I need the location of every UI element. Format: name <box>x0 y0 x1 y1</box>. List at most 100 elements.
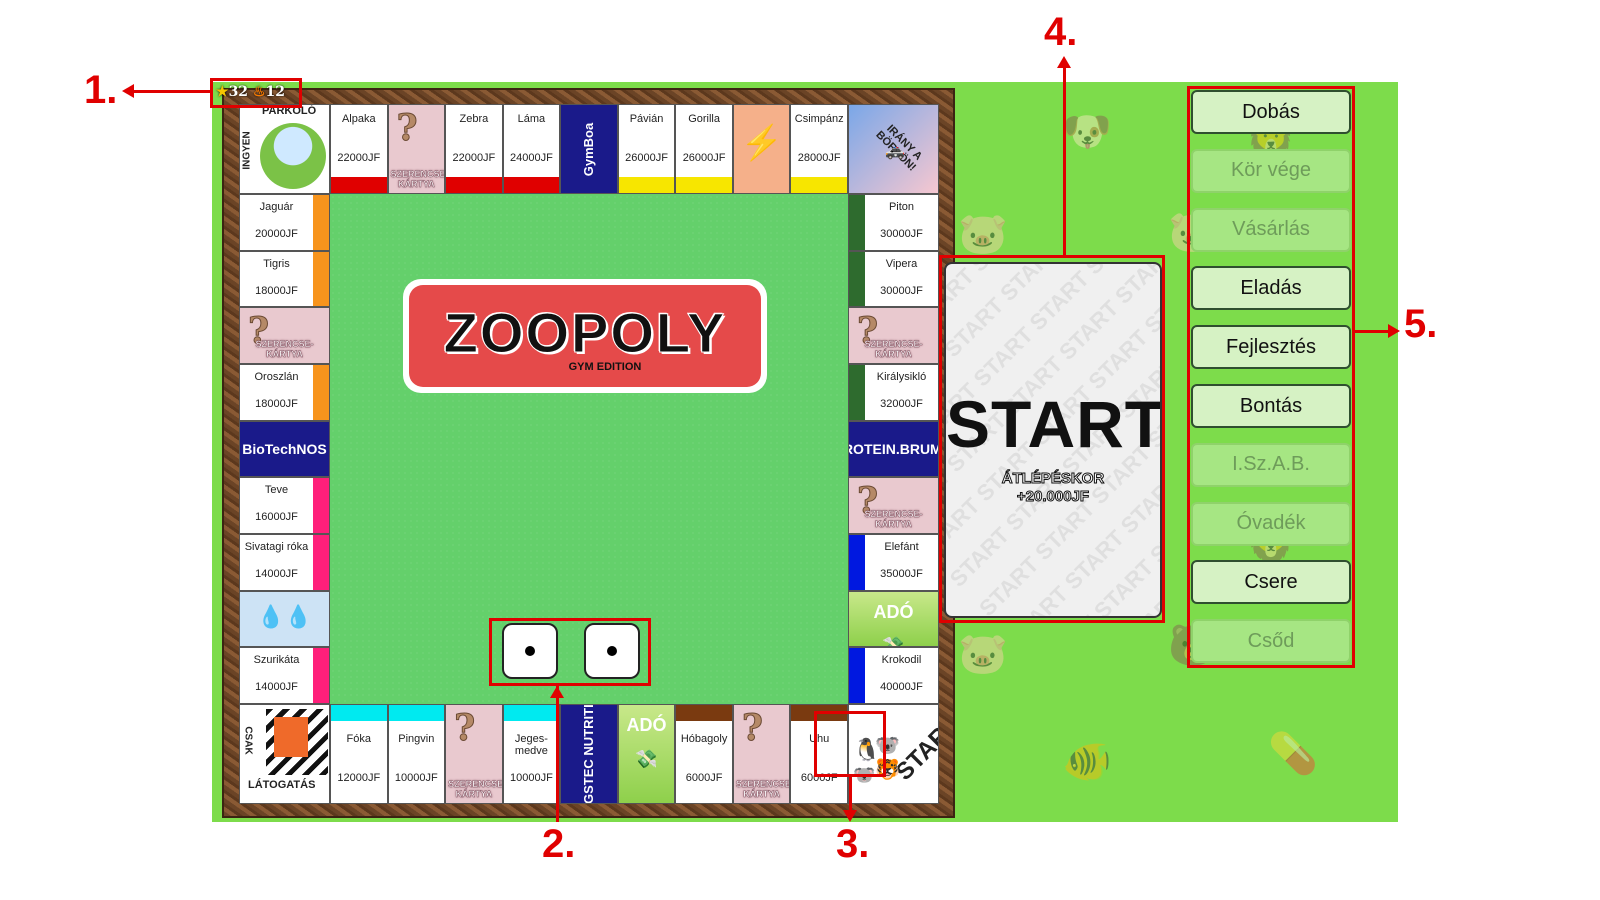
sponsor-field[interactable]: BioTechNOS <box>239 420 330 478</box>
color-bar <box>849 365 865 420</box>
property-field[interactable]: Csimpánz 28000JF <box>790 104 848 194</box>
free-label: INGYEN <box>241 131 253 170</box>
color-bar <box>618 177 675 193</box>
field-name: Alpaka <box>341 113 376 125</box>
property-field[interactable]: Gorilla 26000JF <box>675 104 733 194</box>
pig-icon: 🐷 <box>958 632 1008 676</box>
field-price: 10000JF <box>510 772 553 784</box>
field-price: 22000JF <box>337 152 381 164</box>
highlight-dice <box>489 618 651 686</box>
field-name: Pávián <box>629 113 664 125</box>
corner-go-to-jail[interactable]: IRÁNY A BÖRTÖN! 🚓 <box>848 104 939 194</box>
chance-field[interactable]: ? SZERENCSE-KÁRTYA <box>732 704 791 804</box>
dog-icon: 🐶 <box>1062 110 1112 154</box>
property-field[interactable]: Királysikló 32000JF <box>848 364 939 421</box>
camping-icon <box>260 123 326 189</box>
field-price: 30000JF <box>880 228 923 240</box>
color-bar <box>313 195 329 250</box>
chance-label: SZERENCSE-KÁRTYA <box>864 338 923 359</box>
property-field[interactable]: Sivatagi róka 14000JF <box>239 534 330 591</box>
field-name: Piton <box>888 201 915 213</box>
field-price: 24000JF <box>510 152 553 164</box>
sponsor-label: BioTechNOS <box>242 440 327 457</box>
property-field[interactable]: Teve 16000JF <box>239 477 330 534</box>
field-name: Gorilla <box>688 113 720 125</box>
color-bar <box>503 177 560 193</box>
property-field[interactable]: Krokodil 40000JF <box>848 647 939 704</box>
board-surface: ZOOPOLY GYM EDITION PARKOLÓ INGYEN IRÁNY… <box>239 104 939 804</box>
chance-label: SZERENCSE-KÁRTYA <box>864 508 923 529</box>
property-field[interactable]: Jeges-medve 10000JF <box>502 704 561 804</box>
tax-label: ADÓ <box>626 715 667 735</box>
water-field[interactable]: 💧💧 <box>239 590 330 648</box>
arrow-2 <box>556 686 559 822</box>
field-name: Pingvin <box>398 733 435 745</box>
sponsor-field[interactable]: PROTEIN.BRUMM <box>848 420 939 478</box>
fish-icon: 🐠 <box>1062 740 1112 784</box>
field-name: Jeges-medve <box>514 733 548 757</box>
property-field[interactable]: Alpaka 22000JF <box>330 104 388 194</box>
question-mark-icon: ? <box>454 707 476 750</box>
chance-label: SZERENCSE-KÁRTYA <box>735 779 791 799</box>
field-price: 26000JF <box>682 152 726 164</box>
chance-field[interactable]: ? SZERENCSE-KÁRTYA <box>848 307 939 364</box>
highlight-tokens <box>814 711 886 777</box>
color-bar <box>313 478 329 533</box>
property-field[interactable]: Szurikáta 14000JF <box>239 647 330 704</box>
field-price: 32000JF <box>880 398 923 410</box>
property-field[interactable]: Láma 24000JF <box>502 104 561 194</box>
police-car-icon: 🚓 <box>885 143 905 160</box>
field-price: 35000JF <box>880 568 923 580</box>
property-field[interactable]: Piton 30000JF <box>848 194 939 251</box>
field-price: 18000JF <box>255 284 298 297</box>
field-name: Tigris <box>263 257 290 270</box>
field-name: Láma <box>517 113 546 125</box>
chance-field[interactable]: ? SZERENCSE-KÁRTYA <box>445 704 503 804</box>
water-drops-icon: 💧💧 <box>257 603 312 629</box>
annotation-1: 1. <box>84 68 118 112</box>
field-name: Krokodil <box>881 654 922 667</box>
property-field[interactable]: Pávián 26000JF <box>617 104 676 194</box>
tax-field[interactable]: ADÓ 💸 <box>848 590 939 648</box>
chance-label: SZERENCSE-KÁRTYA <box>448 779 503 799</box>
color-bar <box>676 705 732 721</box>
property-field[interactable]: Oroszlán 18000JF <box>239 364 330 421</box>
field-name: Vipera <box>885 257 918 270</box>
property-field[interactable]: Zebra 22000JF <box>445 104 503 194</box>
color-bar <box>676 177 732 193</box>
chance-field[interactable]: ? SZERENCSE-KÁRTYA <box>239 307 330 364</box>
property-field[interactable]: Pingvin 10000JF <box>387 704 446 804</box>
field-name: Zebra <box>459 113 489 125</box>
annotation-3: 3. <box>836 822 870 866</box>
annotation-2: 2. <box>542 822 576 866</box>
color-bar <box>446 177 502 193</box>
property-field[interactable]: Fóka 12000JF <box>330 704 388 804</box>
chance-label: SZERENCSE-KÁRTYA <box>255 338 314 359</box>
corner-free-parking[interactable]: PARKOLÓ INGYEN <box>239 104 330 194</box>
highlight-stats <box>210 78 302 108</box>
corner-jail[interactable]: CSAK LÁTOGATÁS <box>239 704 330 804</box>
pig-icon: 🐷 <box>958 212 1008 256</box>
color-bar <box>791 177 847 193</box>
chance-label: SZERENCSE-KÁRTYA <box>390 169 446 189</box>
field-name: Királysikló <box>876 371 927 383</box>
sponsor-field[interactable]: MAGSTEC NUTRITION <box>560 704 618 804</box>
property-field[interactable]: Elefánt 35000JF <box>848 534 939 591</box>
field-price: 20000JF <box>255 228 298 240</box>
property-field[interactable]: Tigris 18000JF <box>239 250 330 308</box>
property-field[interactable]: Vipera 30000JF <box>848 250 939 308</box>
arrowhead-3 <box>843 810 857 822</box>
property-field[interactable]: Hóbagoly 6000JF <box>675 704 733 804</box>
field-name: Csimpánz <box>794 113 844 125</box>
sponsor-field[interactable]: GymBoa <box>560 104 618 194</box>
color-bar <box>313 535 329 590</box>
power-field[interactable]: ⚡ <box>732 104 791 194</box>
chance-field[interactable]: ? SZERENCSE-KÁRTYA <box>387 104 446 194</box>
tax-field[interactable]: ADÓ 💸 <box>617 704 676 804</box>
chance-field[interactable]: ? SZERENCSE-KÁRTYA <box>848 477 939 534</box>
color-bar <box>313 365 329 420</box>
color-bar <box>849 251 865 307</box>
field-name: Hóbagoly <box>680 733 728 745</box>
jail-bars-icon <box>266 709 328 775</box>
property-field[interactable]: Jaguár 20000JF <box>239 194 330 251</box>
